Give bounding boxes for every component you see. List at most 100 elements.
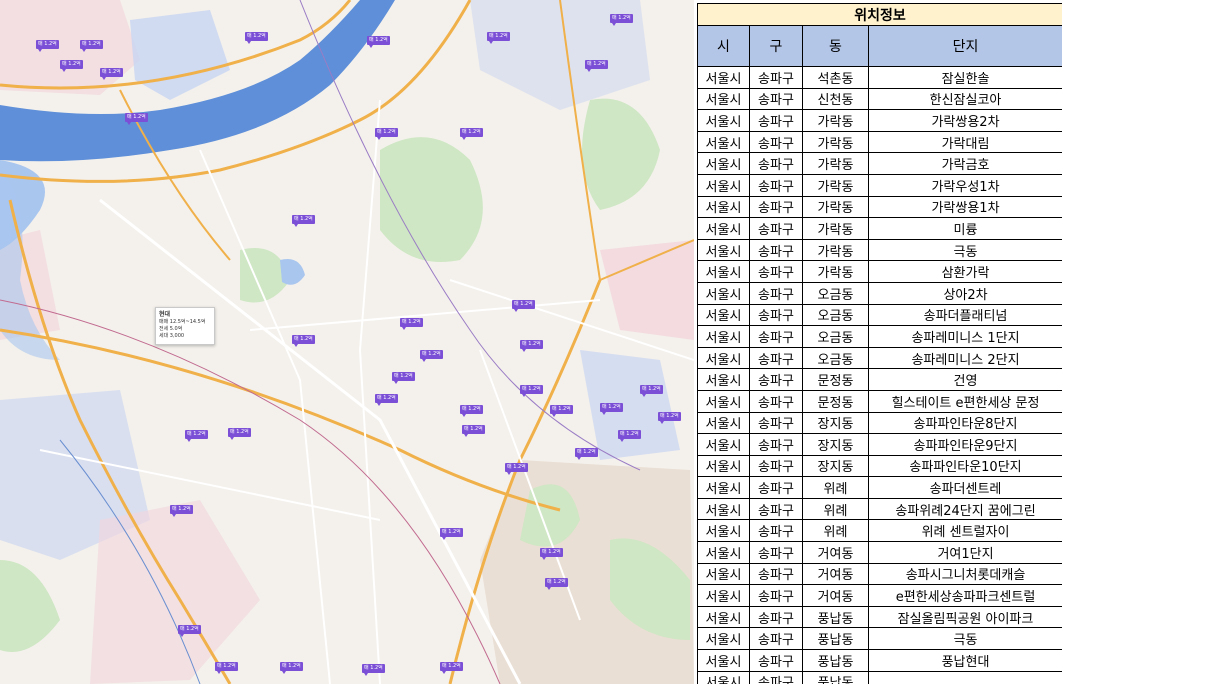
map-pin[interactable]: 매 1.2억 (618, 430, 641, 442)
map-pin[interactable]: 매 1.2억 (292, 335, 315, 347)
map-pin[interactable]: 매 1.2억 (392, 372, 415, 384)
map-pin[interactable]: 매 1.2억 (100, 68, 123, 80)
map-pin[interactable]: 매 1.2억 (462, 425, 485, 437)
cell-neighborhood: 문정동 (802, 368, 869, 391)
location-info-panel: 위치정보 시 구 동 단지 서울시 송파구 석촌동 잠실한솔 서울시 송파구 신천동 한신잠실… (697, 3, 1062, 684)
cell-complex: 가락금호 (867, 152, 1062, 175)
map-pin[interactable]: 매 1.2억 (245, 32, 268, 44)
map-pin[interactable]: 매 1.2억 (487, 32, 510, 44)
cell-city: 서울시 (697, 130, 750, 154)
map-canvas (0, 0, 694, 684)
cell-complex: 풍납현대 (867, 649, 1062, 672)
map-pin[interactable]: 매 1.2억 (540, 548, 563, 560)
map-pin[interactable]: 매 1.2억 (600, 403, 623, 415)
map-pin[interactable]: 매 1.2억 (505, 463, 528, 475)
cell-complex: e편한세상송파파크센트럴 (867, 584, 1062, 607)
cell-neighborhood: 풍납동 (802, 649, 869, 672)
cell-city: 서울시 (697, 238, 750, 262)
cell-complex (867, 670, 1062, 684)
map-pin[interactable]: 매 1.2억 (545, 578, 568, 590)
map-pin[interactable]: 매 1.2억 (610, 14, 633, 26)
cell-neighborhood: 위례 (802, 476, 869, 499)
table-header-row: 시 구 동 단지 (697, 25, 1062, 67)
cell-complex: 송파파인타운8단지 (867, 411, 1062, 435)
table-row: 서울시 송파구 위례 위례 센트럴자이 (697, 519, 1062, 543)
cell-neighborhood: 장지동 (802, 411, 869, 435)
cell-complex: 가락대림 (867, 130, 1062, 154)
table-row: 서울시 송파구 오금동 송파레미니스 2단지 (697, 346, 1062, 370)
map-pin[interactable]: 매 1.2억 (420, 350, 443, 362)
cell-neighborhood: 거여동 (802, 562, 869, 586)
tooltip-line: 매매 12.5억~14.5억 (159, 319, 206, 325)
cell-district: 송파구 (749, 152, 803, 175)
map-pin[interactable]: 매 1.2억 (440, 528, 463, 540)
header-complex: 단지 (867, 25, 1062, 67)
map-pin[interactable]: 매 1.2억 (178, 625, 201, 637)
map-pin[interactable]: 매 1.2억 (36, 40, 59, 52)
map-pin[interactable]: 매 1.2억 (185, 430, 208, 442)
table-row: 서울시 송파구 위례 송파위례24단지 꿈에그린 (697, 497, 1062, 521)
map-pin[interactable]: 매 1.2억 (400, 318, 423, 330)
cell-neighborhood: 가락동 (802, 217, 869, 240)
cell-complex: 송파더플래티넘 (867, 303, 1062, 327)
tooltip-line: 전세 5.0억 (159, 326, 183, 332)
table-row: 서울시 송파구 문정동 건영 (697, 368, 1062, 391)
cell-city: 서울시 (697, 476, 750, 499)
map-pin[interactable]: 매 1.2억 (550, 405, 573, 417)
map-pin[interactable]: 매 1.2억 (460, 128, 483, 140)
map-pin[interactable]: 매 1.2억 (125, 113, 148, 125)
map-pin[interactable]: 매 1.2억 (215, 662, 238, 674)
table-title: 위치정보 (697, 3, 1062, 26)
map-pin[interactable]: 매 1.2억 (170, 505, 193, 517)
map-pin[interactable]: 매 1.2억 (228, 428, 251, 440)
cell-city: 서울시 (697, 66, 750, 89)
cell-city: 서울시 (697, 325, 750, 348)
map-pin[interactable]: 매 1.2억 (585, 60, 608, 72)
header-neighborhood: 동 (802, 25, 869, 67)
map-pin[interactable]: 매 1.2억 (520, 385, 543, 397)
map-pin[interactable]: 매 1.2억 (375, 394, 398, 406)
map-view[interactable]: 매 1.2억 매 1.2억 매 1.2억 매 1.2억 매 1.2억 매 1.2… (0, 0, 694, 684)
cell-district: 송파구 (749, 519, 803, 543)
cell-city: 서울시 (697, 173, 750, 197)
cell-city: 서울시 (697, 152, 750, 175)
map-pin[interactable]: 매 1.2억 (440, 662, 463, 674)
map-pin[interactable]: 매 1.2억 (460, 405, 483, 417)
cell-city: 서울시 (697, 670, 750, 684)
map-pin[interactable]: 매 1.2억 (640, 385, 663, 397)
cell-complex: 힐스테이트 e편한세상 문정 (867, 389, 1062, 413)
map-pin[interactable]: 매 1.2억 (80, 40, 103, 52)
cell-city: 서울시 (697, 584, 750, 607)
cell-district: 송파구 (749, 195, 803, 219)
map-pin[interactable]: 매 1.2억 (575, 448, 598, 460)
table-row: 서울시 송파구 거여동 거여1단지 (697, 541, 1062, 564)
cell-neighborhood: 풍납동 (802, 605, 869, 629)
cell-neighborhood: 위례 (802, 519, 869, 543)
cell-neighborhood: 장지동 (802, 433, 869, 456)
map-pin[interactable]: 매 1.2억 (520, 340, 543, 352)
map-pin[interactable]: 매 1.2억 (658, 412, 681, 424)
cell-district: 송파구 (749, 87, 803, 111)
cell-complex: 가락쌍용2차 (867, 109, 1062, 132)
map-pin[interactable]: 매 1.2억 (60, 60, 83, 72)
map-pin[interactable]: 매 1.2억 (512, 300, 535, 312)
table-row: 서울시 송파구 가락동 가락쌍용2차 (697, 109, 1062, 132)
table-row: 서울시 송파구 가락동 가락쌍용1차 (697, 195, 1062, 219)
cell-city: 서울시 (697, 260, 750, 283)
cell-city: 서울시 (697, 497, 750, 521)
cell-city: 서울시 (697, 109, 750, 132)
table-row: 서울시 송파구 풍납동 (697, 670, 1062, 684)
header-city: 시 (697, 25, 750, 67)
map-pin[interactable]: 매 1.2억 (362, 664, 385, 676)
map-pin[interactable]: 매 1.2억 (375, 128, 398, 140)
cell-complex: 송파레미니스 1단지 (867, 325, 1062, 348)
cell-neighborhood: 가락동 (802, 130, 869, 154)
map-pin[interactable]: 매 1.2억 (367, 36, 390, 48)
cell-district: 송파구 (749, 411, 803, 435)
cell-district: 송파구 (749, 281, 803, 305)
map-pin[interactable]: 매 1.2억 (280, 662, 303, 674)
map-pin[interactable]: 매 1.2억 (292, 215, 315, 227)
cell-complex: 가락쌍용1차 (867, 195, 1062, 219)
cell-district: 송파구 (749, 173, 803, 197)
cell-city: 서울시 (697, 519, 750, 543)
